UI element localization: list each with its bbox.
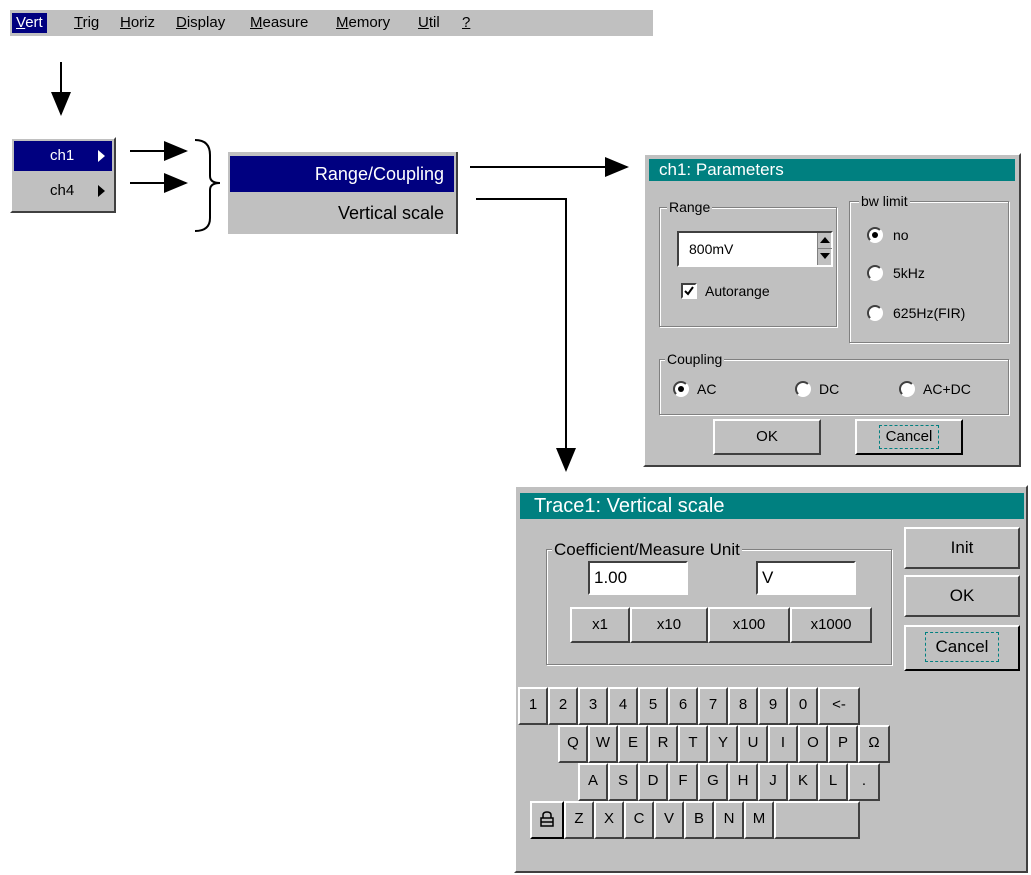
channel-submenu: ch1 ch4 — [10, 137, 116, 213]
key-n[interactable]: N — [714, 801, 744, 839]
submenu-item-ch4[interactable]: ch4 — [14, 175, 112, 207]
init-button[interactable]: Init — [904, 527, 1020, 569]
spin-up-icon[interactable] — [820, 237, 830, 243]
x1000-button[interactable]: x1000 — [790, 607, 872, 643]
key-l[interactable]: L — [818, 763, 848, 801]
key-e[interactable]: E — [618, 725, 648, 763]
x1-button[interactable]: x1 — [570, 607, 630, 643]
coupling-ac-label: AC — [697, 381, 717, 397]
coupling-dc-label: DC — [819, 381, 840, 397]
key-p[interactable]: P — [828, 725, 858, 763]
key-period[interactable]: . — [848, 763, 880, 801]
coefficient-legend: Coefficient/Measure Unit — [552, 540, 742, 559]
menu-item-vertical-scale[interactable]: Vertical scale — [230, 196, 454, 230]
chevron-right-icon — [98, 185, 105, 197]
parameters-dialog: ch1: Parameters Range 800mV Autorange bw… — [643, 153, 1021, 467]
key-3[interactable]: 3 — [578, 687, 608, 725]
key-h[interactable]: H — [728, 763, 758, 801]
key-y[interactable]: Y — [708, 725, 738, 763]
range-group — [659, 207, 837, 327]
range-spinner[interactable] — [817, 233, 832, 265]
params-ok-button[interactable]: OK — [713, 419, 821, 455]
key-f[interactable]: F — [668, 763, 698, 801]
key-s[interactable]: S — [608, 763, 638, 801]
key-2[interactable]: 2 — [548, 687, 578, 725]
key-a[interactable]: A — [578, 763, 608, 801]
vscale-cancel-button[interactable]: Cancel — [904, 625, 1020, 671]
x10-button[interactable]: x10 — [630, 607, 708, 643]
coupling-ac-radio[interactable] — [673, 381, 689, 397]
key-5[interactable]: 5 — [638, 687, 668, 725]
key-u[interactable]: U — [738, 725, 768, 763]
coupling-legend: Coupling — [665, 351, 725, 367]
range-field[interactable]: 800mV — [677, 231, 833, 267]
key-m[interactable]: M — [744, 801, 774, 839]
key-o[interactable]: O — [798, 725, 828, 763]
params-cancel-label: Cancel — [878, 425, 940, 449]
submenu-item-ch1[interactable]: ch1 — [14, 141, 112, 171]
key-g[interactable]: G — [698, 763, 728, 801]
dialog-title: Trace1: Vertical scale — [520, 493, 1024, 519]
bw-limit-legend: bw limit — [859, 193, 910, 209]
space-key[interactable] — [774, 801, 860, 839]
coupling-dc-radio[interactable] — [795, 381, 811, 397]
key-q[interactable]: Q — [558, 725, 588, 763]
key-x[interactable]: X — [594, 801, 624, 839]
key-v[interactable]: V — [654, 801, 684, 839]
bw-5khz-radio[interactable] — [867, 265, 883, 281]
menu-item-range-coupling[interactable]: Range/Coupling — [230, 156, 454, 192]
key-c[interactable]: C — [624, 801, 654, 839]
bw-no-label: no — [893, 227, 909, 243]
key-t[interactable]: T — [678, 725, 708, 763]
x100-button[interactable]: x100 — [708, 607, 790, 643]
checkmark-icon — [684, 286, 694, 296]
lock-icon — [540, 811, 554, 827]
key-d[interactable]: D — [638, 763, 668, 801]
dialog-title: ch1: Parameters — [649, 159, 1015, 181]
key-4[interactable]: 4 — [608, 687, 638, 725]
key-z[interactable]: Z — [564, 801, 594, 839]
key-6[interactable]: 6 — [668, 687, 698, 725]
range-legend: Range — [667, 199, 713, 215]
key-r[interactable]: R — [648, 725, 678, 763]
vscale-ok-button[interactable]: OK — [904, 575, 1020, 617]
chevron-right-icon — [98, 150, 105, 162]
key-w[interactable]: W — [588, 725, 618, 763]
coupling-acdc-radio[interactable] — [899, 381, 915, 397]
spin-down-icon[interactable] — [820, 253, 830, 259]
params-cancel-button[interactable]: Cancel — [855, 419, 963, 455]
unit-input[interactable]: V — [756, 561, 856, 595]
bw-625hz-radio[interactable] — [867, 305, 883, 321]
key-1[interactable]: 1 — [518, 687, 548, 725]
key-k[interactable]: K — [788, 763, 818, 801]
key-omega[interactable]: Ω — [858, 725, 890, 763]
key-9[interactable]: 9 — [758, 687, 788, 725]
caps-lock-key[interactable] — [530, 801, 564, 839]
backspace-key[interactable]: <- — [818, 687, 860, 725]
vertical-submenu: Range/Coupling Vertical scale — [228, 152, 458, 234]
bw-5khz-label: 5kHz — [893, 265, 925, 281]
key-b[interactable]: B — [684, 801, 714, 839]
autorange-label: Autorange — [705, 283, 770, 299]
coupling-acdc-label: AC+DC — [923, 381, 971, 397]
coefficient-input[interactable]: 1.00 — [588, 561, 688, 595]
key-7[interactable]: 7 — [698, 687, 728, 725]
bw-625hz-label: 625Hz(FIR) — [893, 305, 966, 321]
range-value: 800mV — [689, 241, 734, 257]
key-8[interactable]: 8 — [728, 687, 758, 725]
key-j[interactable]: J — [758, 763, 788, 801]
vscale-cancel-label: Cancel — [924, 632, 1000, 662]
bw-no-radio[interactable] — [867, 227, 883, 243]
key-0[interactable]: 0 — [788, 687, 818, 725]
key-i[interactable]: I — [768, 725, 798, 763]
autorange-checkbox[interactable] — [681, 283, 697, 299]
vertical-scale-dialog: Trace1: Vertical scale Coefficient/Measu… — [514, 485, 1028, 873]
